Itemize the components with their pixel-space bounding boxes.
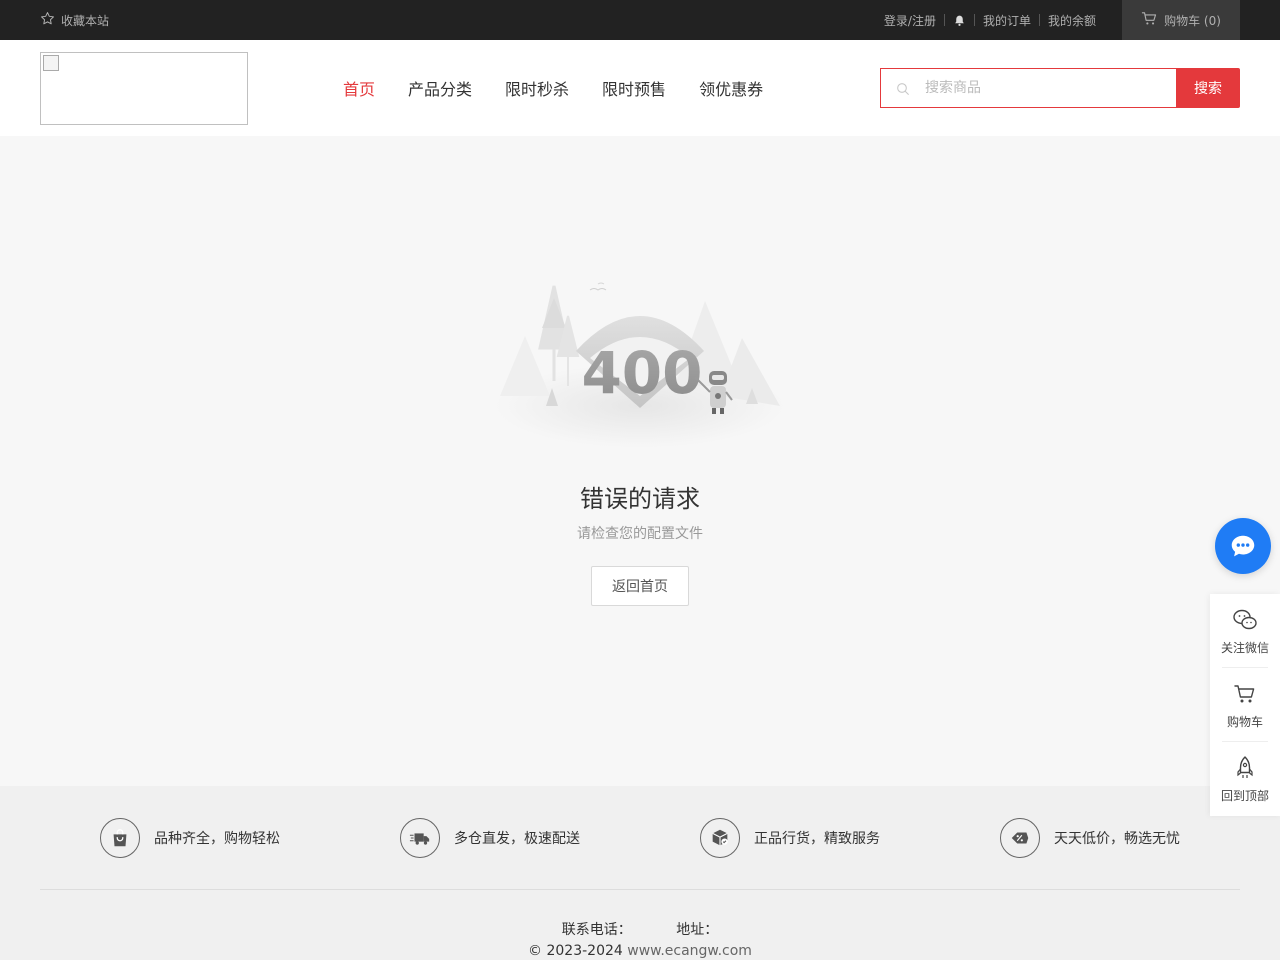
genuine-box-icon — [700, 818, 740, 858]
chat-bubble-icon — [1231, 535, 1255, 557]
search-icon — [897, 83, 909, 95]
side-cart-button[interactable]: 购物车 — [1210, 668, 1280, 742]
nav-item-flash-sale[interactable]: 限时秒杀 — [505, 76, 569, 100]
my-orders-link[interactable]: 我的订单 — [975, 12, 1039, 29]
error-title: 错误的请求 — [580, 485, 700, 513]
follow-wechat-button[interactable]: 关注微信 — [1210, 594, 1280, 668]
error-page: 400 错误的请求 请检查您的配置文件 返回首页 — [0, 136, 1280, 786]
cart-icon — [1141, 10, 1158, 30]
footer-divider — [40, 889, 1240, 890]
address-label: 地址： — [676, 922, 719, 938]
favorite-label: 收藏本站 — [61, 13, 110, 28]
side-toolbar: 关注微信 购物车 回到顶部 — [1210, 594, 1280, 816]
contact-info: 联系电话： 地址： — [0, 919, 1280, 939]
header: 首页 产品分类 限时秒杀 限时预售 领优惠券 搜索 — [0, 40, 1280, 136]
site-logo[interactable] — [40, 52, 248, 125]
my-balance-link[interactable]: 我的余额 — [1040, 12, 1104, 29]
feature-item: 正品行货，精致服务 — [700, 818, 880, 858]
top-links: 登录/注册 我的订单 我的余额 — [876, 0, 1104, 40]
footer: 品种齐全，购物轻松 多仓直发，极速配送 正品行货，精致服务 天天低价，畅选无忧 … — [0, 786, 1280, 960]
copyright-text: © 2023-2024 — [528, 943, 623, 959]
favorite-site-link[interactable]: 收藏本站 — [40, 0, 109, 40]
back-to-top-button[interactable]: 回到顶部 — [1210, 742, 1280, 816]
feature-text: 品种齐全，购物轻松 — [154, 831, 280, 847]
nav-item-categories[interactable]: 产品分类 — [408, 76, 472, 100]
top-cart-button[interactable]: 购物车 (0) — [1122, 0, 1240, 40]
copyright: © 2023-2024 www.ecangw.com — [0, 943, 1280, 959]
nav-item-coupons[interactable]: 领优惠券 — [699, 76, 763, 100]
feature-text: 多仓直发，极速配送 — [454, 831, 580, 847]
search-input[interactable] — [881, 69, 1176, 107]
delivery-truck-icon — [400, 818, 440, 858]
top-bar: 收藏本站 登录/注册 我的订单 我的余额 购物车 (0) — [0, 0, 1280, 40]
cart-label: 购物车 (0) — [1164, 13, 1221, 28]
shopping-bag-icon — [100, 818, 140, 858]
error-code: 400 — [581, 339, 702, 407]
feature-text: 天天低价，畅选无忧 — [1054, 831, 1180, 847]
back-home-button[interactable]: 返回首页 — [591, 566, 689, 606]
online-chat-button[interactable] — [1215, 518, 1271, 574]
nav-item-presale[interactable]: 限时预售 — [602, 76, 666, 100]
feature-item: 品种齐全，购物轻松 — [100, 818, 280, 858]
back-to-top-label: 回到顶部 — [1220, 788, 1269, 803]
error-illustration: 400 — [495, 282, 785, 448]
side-cart-label: 购物车 — [1226, 714, 1263, 729]
feature-item: 多仓直发，极速配送 — [400, 818, 580, 858]
nav-item-home[interactable]: 首页 — [343, 76, 375, 100]
rocket-icon — [1237, 755, 1253, 778]
bell-icon — [955, 15, 964, 26]
site-domain-link[interactable]: www.ecangw.com — [627, 943, 752, 959]
search-button[interactable]: 搜索 — [1176, 68, 1240, 108]
feature-text: 正品行货，精致服务 — [754, 831, 880, 847]
error-subtitle: 请检查您的配置文件 — [577, 526, 703, 542]
feature-list: 品种齐全，购物轻松 多仓直发，极速配送 正品行货，精致服务 天天低价，畅选无忧 — [100, 818, 1240, 858]
star-icon — [40, 11, 55, 29]
phone-label: 联系电话： — [561, 922, 632, 938]
search-box — [880, 68, 1176, 108]
cart-icon — [1234, 684, 1255, 702]
wechat-icon — [1233, 609, 1257, 629]
discount-tag-icon — [1000, 818, 1040, 858]
broken-image-icon — [43, 55, 59, 71]
main-nav: 首页 产品分类 限时秒杀 限时预售 领优惠券 — [343, 76, 763, 100]
notification-button[interactable] — [945, 14, 974, 27]
login-register-link[interactable]: 登录/注册 — [876, 12, 944, 29]
feature-item: 天天低价，畅选无忧 — [1000, 818, 1180, 858]
search-bar: 搜索 — [880, 68, 1240, 108]
wechat-label: 关注微信 — [1220, 640, 1269, 655]
